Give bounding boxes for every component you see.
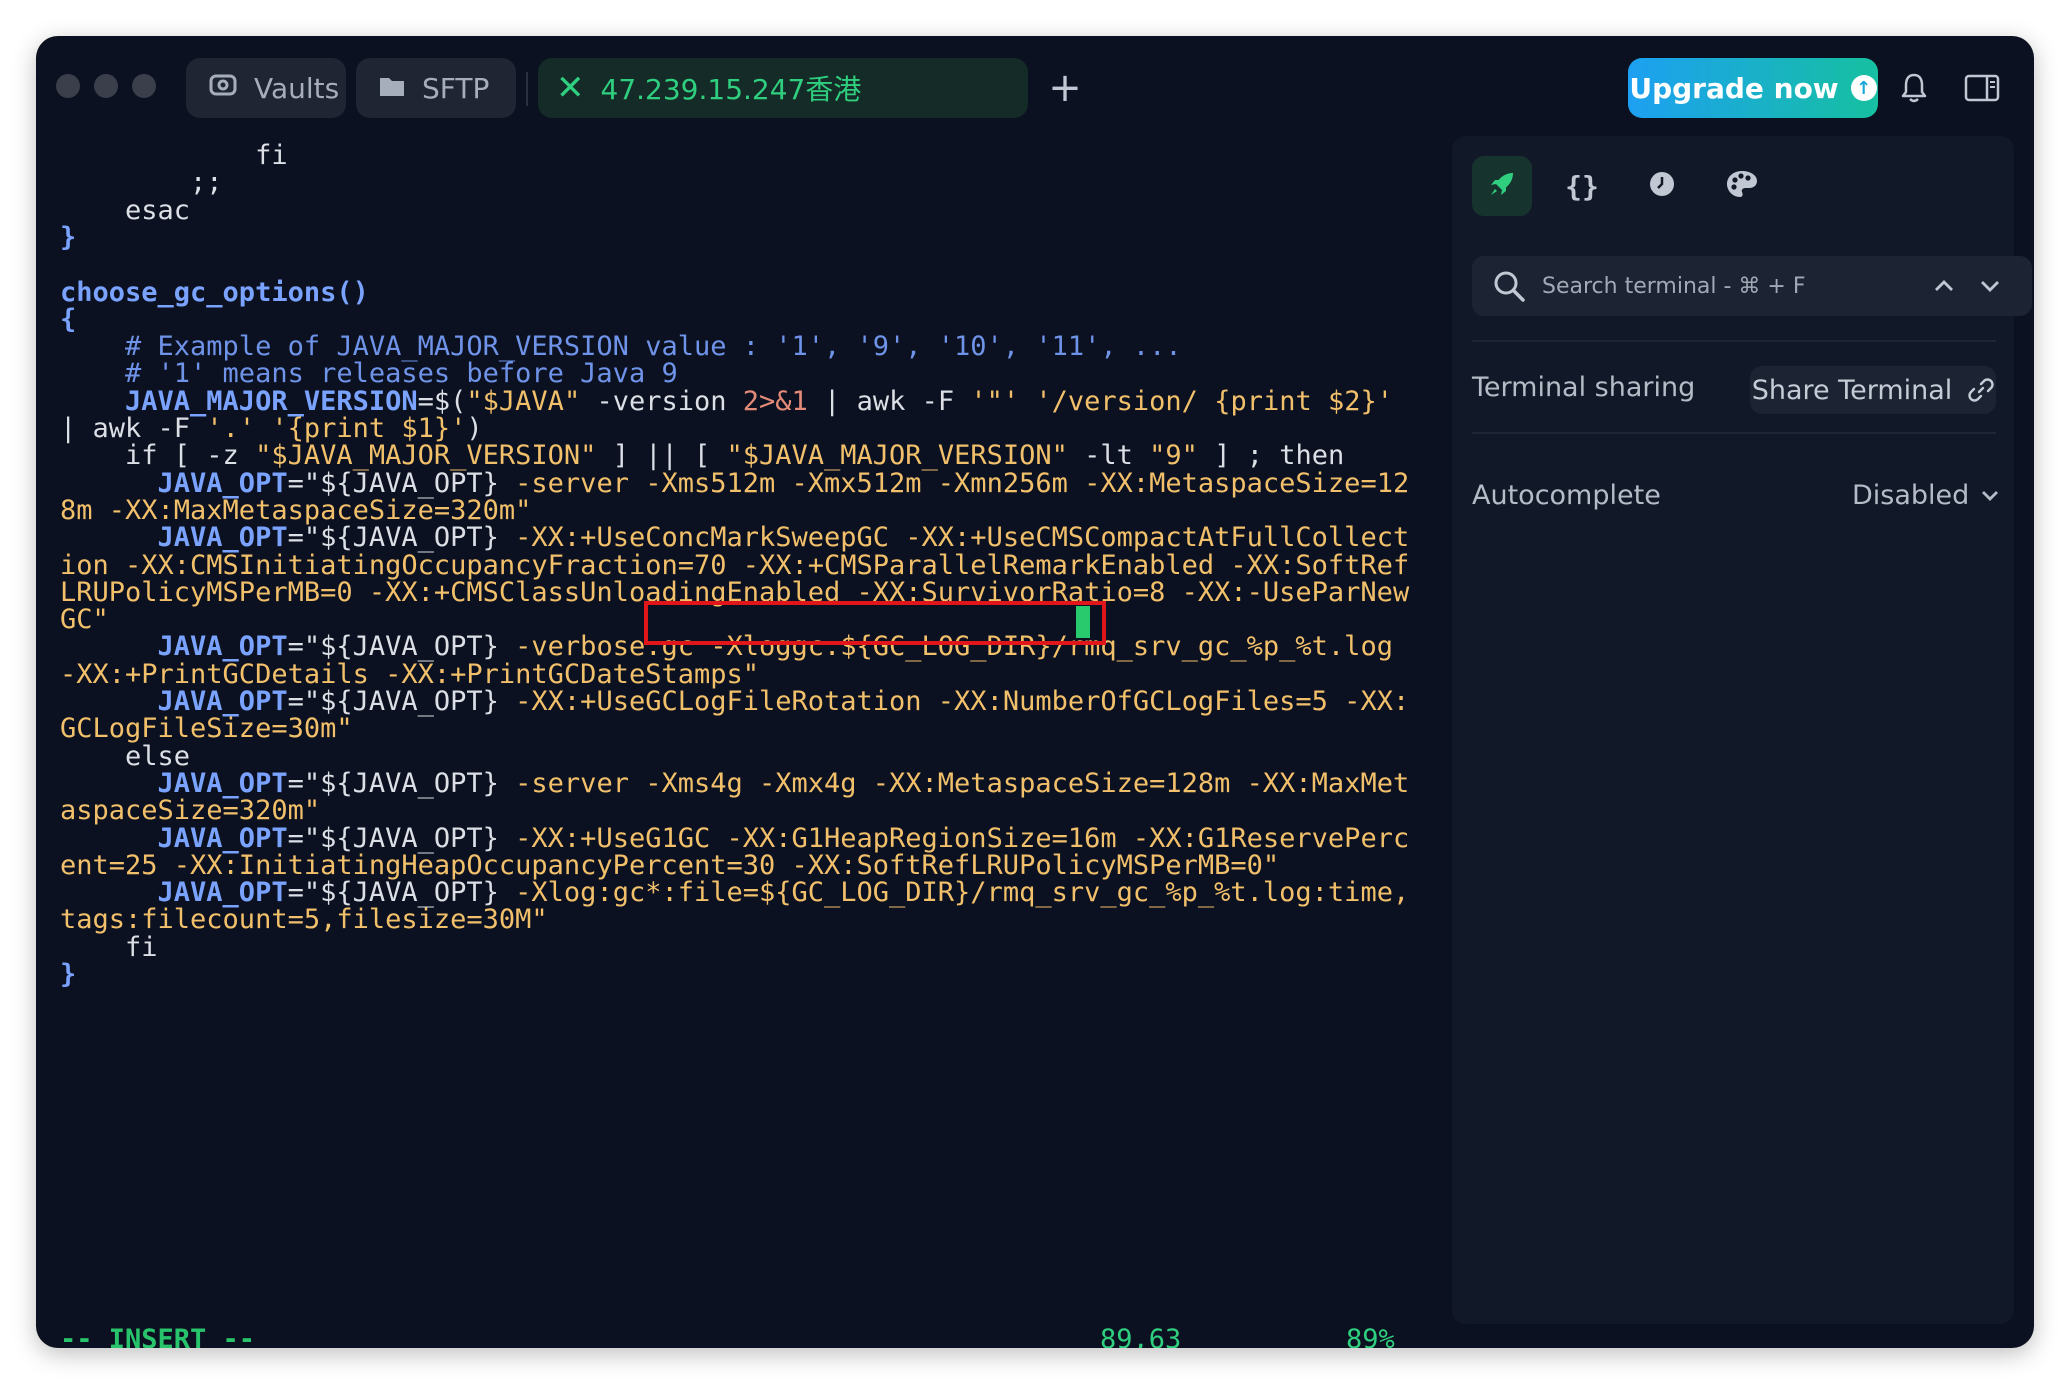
- close-window-button[interactable]: [56, 74, 80, 98]
- tab-vaults-label: Vaults: [254, 71, 340, 105]
- rocket-icon: [1487, 169, 1517, 203]
- bell-icon[interactable]: [1890, 64, 1938, 112]
- terminal-line: esac: [60, 193, 190, 229]
- terminal-text-segment: }: [60, 959, 77, 990]
- search-next-icon[interactable]: [1978, 274, 2002, 302]
- tab-sftp[interactable]: SFTP: [356, 58, 516, 118]
- autocomplete-value: Disabled: [1852, 480, 1970, 511]
- new-tab-button[interactable]: +: [1040, 60, 1090, 116]
- upgrade-now-button[interactable]: Upgrade now ↑: [1628, 58, 1878, 118]
- app-window: Vaults SFTP ✕ 47.239.15.247香港 + Upgrade …: [36, 36, 2034, 1348]
- search-icon: [1492, 269, 1526, 303]
- tab-vaults[interactable]: Vaults: [186, 58, 346, 118]
- status-mode: -- INSERT --: [60, 1324, 256, 1348]
- sidebar-toggle-icon[interactable]: [1958, 64, 2006, 112]
- terminal-sharing-label: Terminal sharing: [1472, 372, 1696, 403]
- right-panel: {} Search terminal - ⌘ + F Terminal shar…: [1452, 136, 2032, 1324]
- terminal-text-segment: -server -Xms512m -Xmx512m -Xmn256m -XX:M…: [498, 467, 1410, 499]
- terminal-line: }: [60, 220, 76, 256]
- link-icon: [1968, 377, 1994, 403]
- arrow-up-icon: ↑: [1850, 75, 1877, 101]
- upgrade-label: Upgrade now: [1629, 71, 1839, 105]
- autocomplete-label: Autocomplete: [1472, 480, 1661, 511]
- chevron-down-icon: [1979, 485, 2001, 507]
- tab-braces[interactable]: {}: [1552, 156, 1612, 216]
- terminal-text-segment: '"' '/version/ {print $2}': [970, 385, 1393, 417]
- close-tab-icon[interactable]: ✕: [556, 71, 585, 105]
- palette-icon: [1725, 169, 1759, 203]
- tab-themes[interactable]: [1712, 156, 1772, 216]
- terminal-text-segment: choose_gc_options(): [60, 276, 369, 308]
- text-cursor: [1076, 606, 1090, 638]
- minimize-window-button[interactable]: [94, 74, 118, 98]
- tab-snippets-rocket[interactable]: [1472, 156, 1532, 216]
- tab-history[interactable]: [1632, 156, 1692, 216]
- tab-host-session[interactable]: ✕ 47.239.15.247香港: [538, 58, 1028, 118]
- tab-divider: [526, 72, 528, 106]
- share-terminal-label: Share Terminal: [1751, 374, 1953, 406]
- terminal-text-segment: esac: [60, 194, 191, 226]
- terminal-text-segment: | awk -F: [807, 385, 971, 417]
- tab-sftp-label: SFTP: [422, 71, 490, 105]
- search-terminal[interactable]: Search terminal - ⌘ + F: [1472, 256, 2034, 316]
- terminal-text-segment: "$JAVA": [466, 385, 581, 417]
- share-terminal-button[interactable]: Share Terminal: [1750, 366, 1996, 414]
- terminal-text-segment: }: [60, 221, 77, 253]
- red-highlight-box: [644, 601, 1106, 645]
- tab-host-label: 47.239.15.247香港: [600, 73, 862, 106]
- search-input[interactable]: Search terminal - ⌘ + F: [1542, 274, 1805, 299]
- vault-icon: [208, 70, 238, 107]
- status-scroll-percent: 89%: [1346, 1324, 1395, 1348]
- clock-icon: [1647, 169, 1677, 203]
- zoom-window-button[interactable]: [132, 74, 156, 98]
- divider: [1472, 340, 1996, 342]
- terminal-text-segment: -XX:+UseGCLogFileRotation -XX:NumberOfGC…: [498, 686, 1410, 717]
- autocomplete-dropdown[interactable]: Disabled: [1852, 480, 2001, 511]
- terminal-text-segment: -Xlog:gc*:file=${GC_LOG_DIR}/rmq_srv_gc_…: [498, 877, 1410, 909]
- terminal-line: choose_gc_options(): [60, 275, 369, 311]
- search-prev-icon[interactable]: [1932, 274, 1956, 302]
- terminal-text-segment: 2>&1: [742, 385, 808, 417]
- divider: [1472, 432, 1996, 434]
- terminal-text-segment: -version: [580, 385, 743, 417]
- folder-icon: [378, 72, 406, 105]
- braces-icon: {}: [1565, 169, 1599, 203]
- terminal-text-segment: -server -Xms4g -Xmx4g -XX:MetaspaceSize=…: [498, 767, 1410, 799]
- terminal-output[interactable]: fi ;; esac} choose_gc_options(){ # Exampl…: [60, 132, 1440, 1348]
- status-cursor-position: 89,63: [1100, 1324, 1182, 1348]
- terminal-line: }: [60, 957, 76, 993]
